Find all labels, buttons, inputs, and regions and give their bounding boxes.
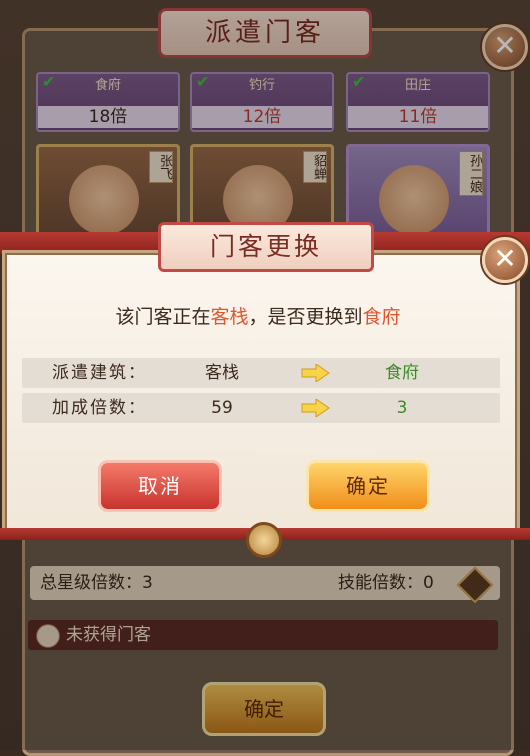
- cancel-button[interactable]: 取消: [98, 460, 222, 512]
- dialog-close-button[interactable]: ✕: [482, 237, 528, 283]
- row-label: 加成倍数：: [52, 398, 147, 418]
- row-to-value: 食府: [385, 363, 419, 383]
- message-prefix: 该门客正在: [115, 306, 211, 328]
- compare-row-building: 派遣建筑： 客栈 食府: [22, 358, 500, 388]
- message-mid: ，是否更换到: [248, 306, 363, 328]
- arrow-right-icon: [301, 364, 330, 382]
- row-label: 派遣建筑：: [52, 363, 147, 383]
- dialog-title: 门客更换: [158, 222, 374, 272]
- compare-row-multiplier: 加成倍数： 59 3: [22, 393, 500, 423]
- close-icon: ✕: [493, 242, 517, 275]
- row-from-value: 59: [211, 398, 233, 418]
- ornament-knot-icon: [246, 522, 282, 558]
- message-target-building: 食府: [362, 306, 401, 328]
- confirm-button[interactable]: 确定: [306, 460, 430, 512]
- dialog-message: 该门客正在客栈，是否更换到食府: [0, 302, 516, 329]
- row-from-value: 客栈: [205, 363, 239, 383]
- row-to-value: 3: [396, 398, 408, 418]
- message-current-building: 客栈: [210, 306, 249, 328]
- arrow-right-icon: [301, 399, 330, 417]
